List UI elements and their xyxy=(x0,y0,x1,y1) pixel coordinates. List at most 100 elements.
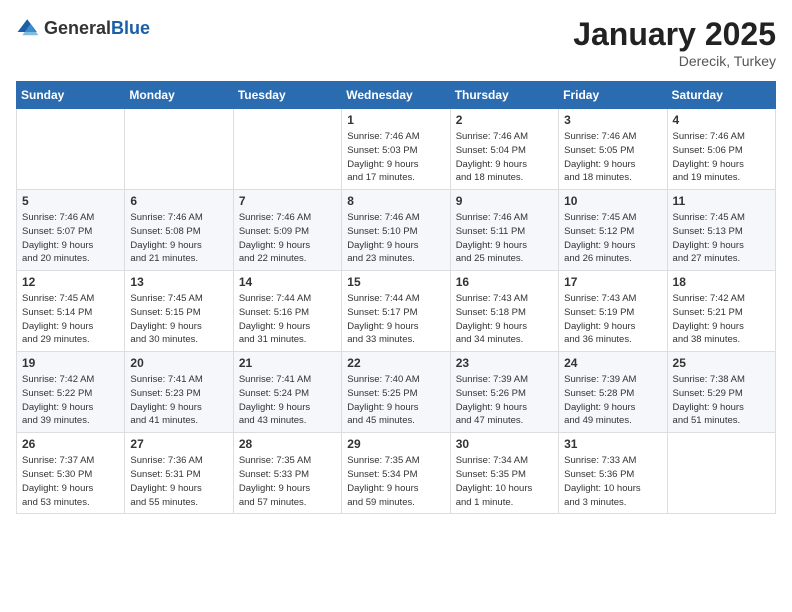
day-number: 19 xyxy=(22,356,119,370)
day-number: 6 xyxy=(130,194,227,208)
calendar-cell: 24 Sunrise: 7:39 AM Sunset: 5:28 PM Dayli… xyxy=(559,352,667,433)
calendar-cell: 18 Sunrise: 7:42 AM Sunset: 5:21 PM Dayli… xyxy=(667,271,775,352)
calendar-cell: 30 Sunrise: 7:34 AM Sunset: 5:35 PM Dayli… xyxy=(450,433,558,514)
day-info: Sunrise: 7:46 AM Sunset: 5:06 PM Dayligh… xyxy=(673,130,770,185)
calendar-week-row: 19Sunrise: 7:42 AM Sunset: 5:22 PM Dayli… xyxy=(17,352,776,433)
weekday-header: Friday xyxy=(559,82,667,109)
day-number: 20 xyxy=(130,356,227,370)
calendar-cell: 23 Sunrise: 7:39 AM Sunset: 5:26 PM Dayli… xyxy=(450,352,558,433)
day-info: Sunrise: 7:44 AM Sunset: 5:16 PM Dayligh… xyxy=(239,292,336,347)
day-number: 27 xyxy=(130,437,227,451)
day-info: Sunrise: 7:35 AM Sunset: 5:34 PM Dayligh… xyxy=(347,454,444,509)
calendar-cell: 21Sunrise: 7:41 AM Sunset: 5:24 PM Dayli… xyxy=(233,352,341,433)
day-number: 21 xyxy=(239,356,336,370)
day-info: Sunrise: 7:35 AM Sunset: 5:33 PM Dayligh… xyxy=(239,454,336,509)
day-number: 13 xyxy=(130,275,227,289)
calendar-cell: 14Sunrise: 7:44 AM Sunset: 5:16 PM Dayli… xyxy=(233,271,341,352)
calendar-cell: 3 Sunrise: 7:46 AM Sunset: 5:05 PM Daylig… xyxy=(559,109,667,190)
day-number: 12 xyxy=(22,275,119,289)
day-info: Sunrise: 7:46 AM Sunset: 5:03 PM Dayligh… xyxy=(347,130,444,185)
weekday-header: Tuesday xyxy=(233,82,341,109)
calendar-cell: 27 Sunrise: 7:36 AM Sunset: 5:31 PM Dayli… xyxy=(125,433,233,514)
day-info: Sunrise: 7:46 AM Sunset: 5:09 PM Dayligh… xyxy=(239,211,336,266)
day-info: Sunrise: 7:39 AM Sunset: 5:28 PM Dayligh… xyxy=(564,373,661,428)
day-info: Sunrise: 7:42 AM Sunset: 5:21 PM Dayligh… xyxy=(673,292,770,347)
day-info: Sunrise: 7:40 AM Sunset: 5:25 PM Dayligh… xyxy=(347,373,444,428)
day-number: 15 xyxy=(347,275,444,289)
day-number: 2 xyxy=(456,113,553,127)
calendar-cell: 26 Sunrise: 7:37 AM Sunset: 5:30 PM Dayli… xyxy=(17,433,125,514)
calendar-week-row: 12 Sunrise: 7:45 AM Sunset: 5:14 PM Dayli… xyxy=(17,271,776,352)
day-info: Sunrise: 7:44 AM Sunset: 5:17 PM Dayligh… xyxy=(347,292,444,347)
day-number: 23 xyxy=(456,356,553,370)
day-number: 31 xyxy=(564,437,661,451)
day-info: Sunrise: 7:46 AM Sunset: 5:11 PM Dayligh… xyxy=(456,211,553,266)
logo-blue: Blue xyxy=(111,18,150,38)
day-info: Sunrise: 7:37 AM Sunset: 5:30 PM Dayligh… xyxy=(22,454,119,509)
calendar-cell: 12 Sunrise: 7:45 AM Sunset: 5:14 PM Dayli… xyxy=(17,271,125,352)
day-info: Sunrise: 7:33 AM Sunset: 5:36 PM Dayligh… xyxy=(564,454,661,509)
day-info: Sunrise: 7:39 AM Sunset: 5:26 PM Dayligh… xyxy=(456,373,553,428)
day-number: 28 xyxy=(239,437,336,451)
calendar-cell: 6 Sunrise: 7:46 AM Sunset: 5:08 PM Daylig… xyxy=(125,190,233,271)
day-number: 22 xyxy=(347,356,444,370)
day-info: Sunrise: 7:34 AM Sunset: 5:35 PM Dayligh… xyxy=(456,454,553,509)
calendar-cell: 7 Sunrise: 7:46 AM Sunset: 5:09 PM Daylig… xyxy=(233,190,341,271)
day-info: Sunrise: 7:46 AM Sunset: 5:10 PM Dayligh… xyxy=(347,211,444,266)
weekday-header: Monday xyxy=(125,82,233,109)
calendar-cell: 19Sunrise: 7:42 AM Sunset: 5:22 PM Dayli… xyxy=(17,352,125,433)
calendar-week-row: 1 Sunrise: 7:46 AM Sunset: 5:03 PM Daylig… xyxy=(17,109,776,190)
calendar-cell: 4 Sunrise: 7:46 AM Sunset: 5:06 PM Daylig… xyxy=(667,109,775,190)
day-info: Sunrise: 7:45 AM Sunset: 5:15 PM Dayligh… xyxy=(130,292,227,347)
day-number: 29 xyxy=(347,437,444,451)
day-info: Sunrise: 7:46 AM Sunset: 5:07 PM Dayligh… xyxy=(22,211,119,266)
day-number: 8 xyxy=(347,194,444,208)
day-number: 9 xyxy=(456,194,553,208)
location-subtitle: Derecik, Turkey xyxy=(573,53,776,69)
calendar-week-row: 5Sunrise: 7:46 AM Sunset: 5:07 PM Daylig… xyxy=(17,190,776,271)
day-number: 24 xyxy=(564,356,661,370)
day-info: Sunrise: 7:36 AM Sunset: 5:31 PM Dayligh… xyxy=(130,454,227,509)
day-info: Sunrise: 7:46 AM Sunset: 5:08 PM Dayligh… xyxy=(130,211,227,266)
calendar-header-row: SundayMondayTuesdayWednesdayThursdayFrid… xyxy=(17,82,776,109)
calendar-cell xyxy=(667,433,775,514)
day-info: Sunrise: 7:41 AM Sunset: 5:23 PM Dayligh… xyxy=(130,373,227,428)
day-info: Sunrise: 7:45 AM Sunset: 5:14 PM Dayligh… xyxy=(22,292,119,347)
calendar-table: SundayMondayTuesdayWednesdayThursdayFrid… xyxy=(16,81,776,514)
day-info: Sunrise: 7:43 AM Sunset: 5:19 PM Dayligh… xyxy=(564,292,661,347)
calendar-cell xyxy=(233,109,341,190)
page-header: GeneralBlue January 2025 Derecik, Turkey xyxy=(16,16,776,69)
day-number: 30 xyxy=(456,437,553,451)
weekday-header: Thursday xyxy=(450,82,558,109)
day-number: 7 xyxy=(239,194,336,208)
day-number: 1 xyxy=(347,113,444,127)
day-info: Sunrise: 7:38 AM Sunset: 5:29 PM Dayligh… xyxy=(673,373,770,428)
day-number: 4 xyxy=(673,113,770,127)
calendar-cell: 15 Sunrise: 7:44 AM Sunset: 5:17 PM Dayli… xyxy=(342,271,450,352)
calendar-cell: 16Sunrise: 7:43 AM Sunset: 5:18 PM Dayli… xyxy=(450,271,558,352)
month-year-title: January 2025 xyxy=(573,16,776,53)
calendar-week-row: 26 Sunrise: 7:37 AM Sunset: 5:30 PM Dayli… xyxy=(17,433,776,514)
day-info: Sunrise: 7:46 AM Sunset: 5:04 PM Dayligh… xyxy=(456,130,553,185)
calendar-cell: 8 Sunrise: 7:46 AM Sunset: 5:10 PM Daylig… xyxy=(342,190,450,271)
day-info: Sunrise: 7:45 AM Sunset: 5:13 PM Dayligh… xyxy=(673,211,770,266)
logo-general: General xyxy=(44,18,111,38)
calendar-cell: 5Sunrise: 7:46 AM Sunset: 5:07 PM Daylig… xyxy=(17,190,125,271)
day-number: 16 xyxy=(456,275,553,289)
calendar-cell: 17 Sunrise: 7:43 AM Sunset: 5:19 PM Dayli… xyxy=(559,271,667,352)
calendar-cell xyxy=(125,109,233,190)
day-number: 25 xyxy=(673,356,770,370)
calendar-cell xyxy=(17,109,125,190)
calendar-cell: 20 Sunrise: 7:41 AM Sunset: 5:23 PM Dayli… xyxy=(125,352,233,433)
calendar-cell: 9 Sunrise: 7:46 AM Sunset: 5:11 PM Daylig… xyxy=(450,190,558,271)
day-info: Sunrise: 7:46 AM Sunset: 5:05 PM Dayligh… xyxy=(564,130,661,185)
day-number: 17 xyxy=(564,275,661,289)
title-block: January 2025 Derecik, Turkey xyxy=(573,16,776,69)
calendar-cell: 31 Sunrise: 7:33 AM Sunset: 5:36 PM Dayli… xyxy=(559,433,667,514)
calendar-cell: 25 Sunrise: 7:38 AM Sunset: 5:29 PM Dayli… xyxy=(667,352,775,433)
calendar-cell: 22 Sunrise: 7:40 AM Sunset: 5:25 PM Dayli… xyxy=(342,352,450,433)
logo: GeneralBlue xyxy=(16,16,150,40)
day-number: 3 xyxy=(564,113,661,127)
day-number: 26 xyxy=(22,437,119,451)
day-number: 18 xyxy=(673,275,770,289)
